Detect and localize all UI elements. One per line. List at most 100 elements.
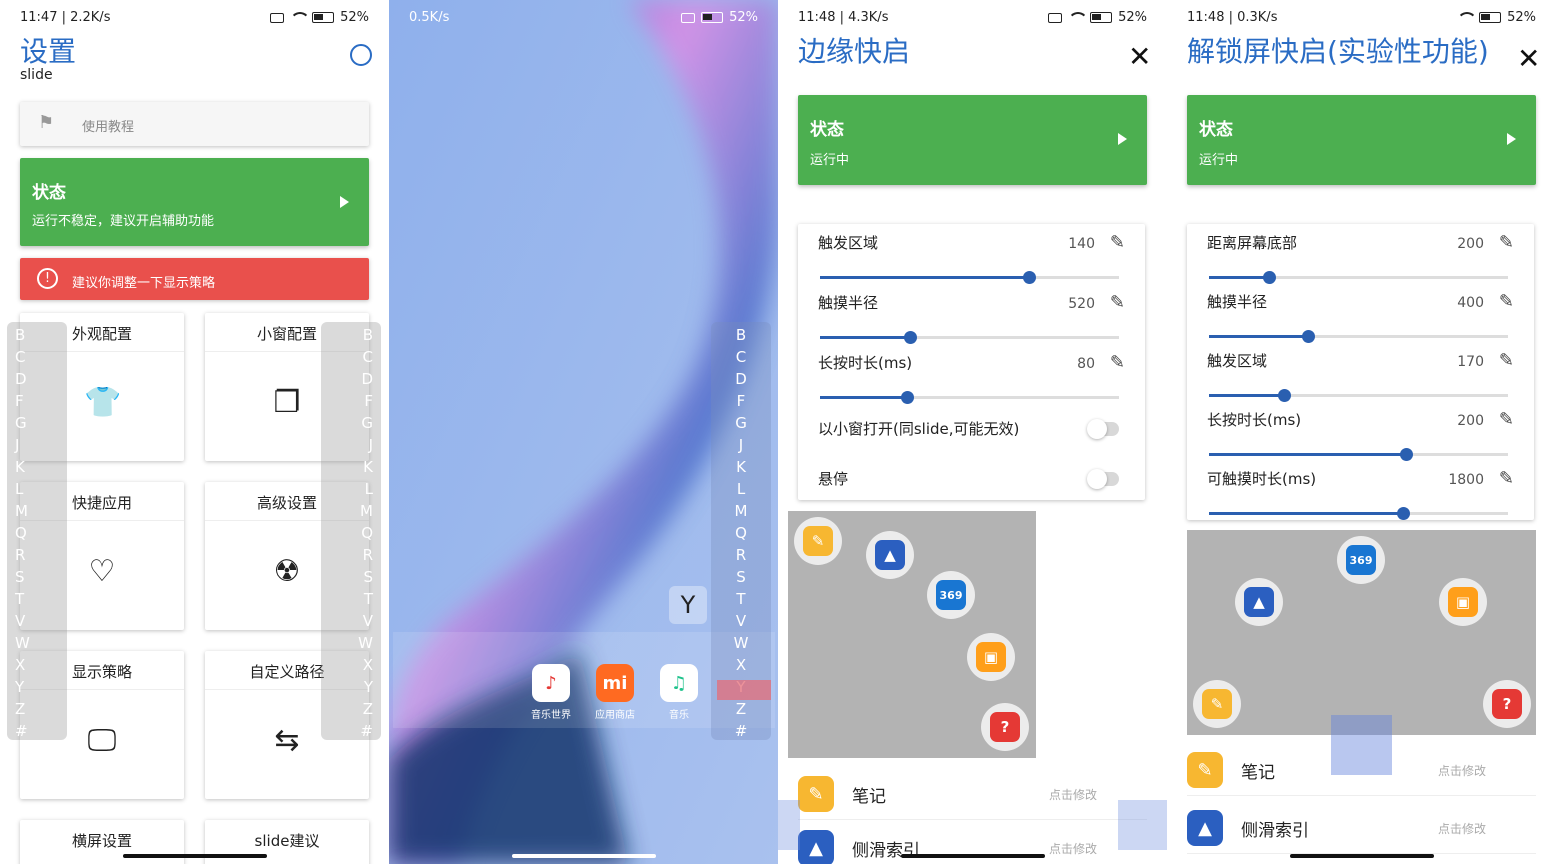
small-window-switch[interactable] <box>1087 419 1119 439</box>
index-letter[interactable]: J <box>719 434 763 456</box>
gesture-bar[interactable] <box>122 854 267 858</box>
edit-icon[interactable]: ✎ <box>1499 291 1514 312</box>
app-shortcut[interactable]: ♪ 音乐世界 <box>529 664 573 721</box>
close-icon[interactable]: ✕ <box>1517 42 1540 75</box>
tutorial-button[interactable]: ⚑ 使用教程 <box>20 102 369 146</box>
index-letter[interactable]: G <box>719 412 763 434</box>
gesture-bar[interactable] <box>900 854 1045 858</box>
app-shortcut[interactable]: mi 应用商店 <box>593 664 637 721</box>
index-letter[interactable]: B <box>719 324 763 346</box>
list-item-note[interactable]: ✎ 笔记 点击修改 <box>798 766 1147 820</box>
slider-knob[interactable] <box>900 391 914 404</box>
alphabet-index-right[interactable]: B C D F G J K L M Q R S T V W X Y Z # <box>321 322 381 740</box>
chat-bubble[interactable]: ▣ <box>1439 578 1487 626</box>
index-letter[interactable]: V <box>15 610 59 632</box>
slider-knob[interactable] <box>1301 330 1315 343</box>
chat-bubble[interactable]: ▣ <box>967 633 1015 681</box>
edit-icon[interactable]: ✎ <box>1499 409 1514 430</box>
index-letter[interactable]: Y <box>329 676 373 698</box>
index-letter[interactable]: J <box>15 434 59 456</box>
edit-icon[interactable]: ✎ <box>1110 352 1125 373</box>
slider-track[interactable] <box>1209 389 1508 402</box>
app-shortcut[interactable]: ♫ 音乐 <box>657 664 701 721</box>
index-letter[interactable]: F <box>15 390 59 412</box>
index-letter[interactable]: M <box>719 500 763 522</box>
gesture-bar[interactable] <box>511 854 656 858</box>
index-letter[interactable]: C <box>15 346 59 368</box>
gesture-bar[interactable] <box>1289 854 1434 858</box>
badge-icon[interactable] <box>350 44 372 66</box>
edit-icon[interactable]: ✎ <box>1499 468 1514 489</box>
slider-track[interactable] <box>1209 271 1508 284</box>
index-letter[interactable]: B <box>329 324 373 346</box>
index-letter[interactable]: Y <box>15 676 59 698</box>
index-letter[interactable]: X <box>719 654 763 676</box>
app369-bubble[interactable]: 369 <box>927 571 975 619</box>
index-letter[interactable]: Z <box>719 698 763 720</box>
index-letter[interactable]: R <box>329 544 373 566</box>
index-letter[interactable]: Z <box>15 698 59 720</box>
status-card[interactable]: 状态 运行中 <box>1187 95 1536 185</box>
slider-track[interactable] <box>1209 507 1508 520</box>
index-letter[interactable]: M <box>15 500 59 522</box>
edit-icon[interactable]: ✎ <box>1499 350 1514 371</box>
alphabet-index-left[interactable]: B C D F G J K L M Q R S T V W X Y Z # <box>7 322 67 740</box>
index-letter[interactable]: K <box>15 456 59 478</box>
index-letter[interactable]: C <box>329 346 373 368</box>
slider-knob[interactable] <box>1262 271 1276 284</box>
edit-icon[interactable]: ✎ <box>1110 292 1125 313</box>
index-letter[interactable]: W <box>15 632 59 654</box>
index-letter[interactable]: X <box>329 654 373 676</box>
index-letter[interactable]: # <box>719 720 763 742</box>
index-letter[interactable]: M <box>329 500 373 522</box>
question-bubble[interactable]: ? <box>981 703 1029 751</box>
slider-track[interactable] <box>1209 448 1508 461</box>
index-letter[interactable]: V <box>329 610 373 632</box>
index-letter[interactable]: L <box>719 478 763 500</box>
index-letter[interactable]: W <box>329 632 373 654</box>
slider-knob[interactable] <box>1277 389 1291 402</box>
index-letter[interactable]: K <box>719 456 763 478</box>
index-letter[interactable]: C <box>719 346 763 368</box>
index-letter[interactable]: Z <box>329 698 373 720</box>
hover-switch[interactable] <box>1087 469 1119 489</box>
small-window-toggle-row[interactable]: 以小窗打开(同slide,可能无效) <box>818 418 1125 448</box>
index-letter[interactable]: F <box>329 390 373 412</box>
index-letter[interactable]: T <box>15 588 59 610</box>
index-letter[interactable]: S <box>15 566 59 588</box>
hover-toggle-row[interactable]: 悬停 <box>818 468 1125 498</box>
rocket-bubble[interactable]: ▲ <box>1235 578 1283 626</box>
index-letter[interactable]: D <box>329 368 373 390</box>
slider-knob[interactable] <box>903 331 917 344</box>
slider-track[interactable] <box>820 331 1119 344</box>
index-letter[interactable]: Q <box>15 522 59 544</box>
index-letter[interactable]: Q <box>329 522 373 544</box>
index-letter[interactable]: G <box>329 412 373 434</box>
index-letter[interactable]: Q <box>719 522 763 544</box>
status-card[interactable]: 状态 运行不稳定，建议开启辅助功能 <box>20 158 369 246</box>
index-letter[interactable]: X <box>15 654 59 676</box>
question-bubble[interactable]: ? <box>1483 680 1531 728</box>
slider-knob[interactable] <box>1397 507 1411 520</box>
index-letter[interactable]: # <box>329 720 373 742</box>
index-letter[interactable]: V <box>719 610 763 632</box>
index-letter[interactable]: R <box>15 544 59 566</box>
index-letter[interactable]: W <box>719 632 763 654</box>
index-letter[interactable]: F <box>719 390 763 412</box>
edit-icon[interactable]: ✎ <box>1499 232 1514 253</box>
app369-bubble[interactable]: 369 <box>1337 536 1385 584</box>
index-letter[interactable]: # <box>15 720 59 742</box>
slider-knob[interactable] <box>1400 448 1414 461</box>
index-letter[interactable]: R <box>719 544 763 566</box>
index-letter[interactable]: L <box>15 478 59 500</box>
index-letter[interactable]: D <box>15 368 59 390</box>
slider-knob[interactable] <box>1023 271 1037 284</box>
rocket-bubble[interactable]: ▲ <box>866 531 914 579</box>
index-letter[interactable]: S <box>329 566 373 588</box>
slider-track[interactable] <box>1209 330 1508 343</box>
index-letter[interactable]: T <box>329 588 373 610</box>
index-letter[interactable]: T <box>719 588 763 610</box>
close-icon[interactable]: ✕ <box>1128 40 1151 73</box>
edit-icon[interactable]: ✎ <box>1110 232 1125 253</box>
index-letter[interactable]: J <box>329 434 373 456</box>
